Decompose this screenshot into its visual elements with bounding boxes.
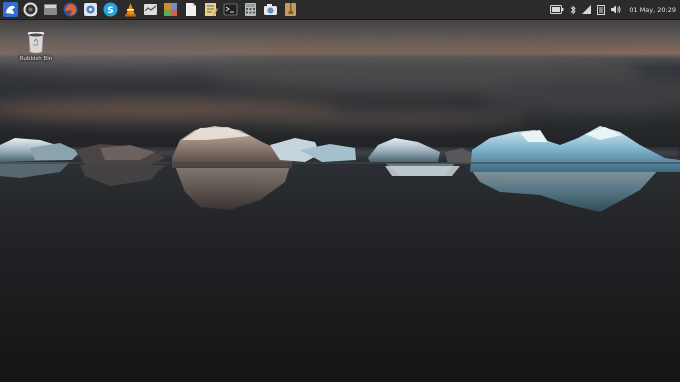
task-manager-icon[interactable] <box>143 2 158 17</box>
rubbish-bin-icon <box>28 32 44 54</box>
network-signal-icon[interactable] <box>582 5 592 14</box>
desktop-icon-label: Rubbish Bin <box>19 56 53 62</box>
screenshot-tool-icon[interactable] <box>23 2 38 17</box>
text-document-icon[interactable] <box>183 2 198 17</box>
clock[interactable]: 01 May, 20:29 <box>629 6 676 14</box>
terminal-icon[interactable] <box>223 2 238 17</box>
svg-text:S: S <box>107 6 113 16</box>
system-tray: 01 May, 20:29 <box>544 0 676 19</box>
launcher-bar: S <box>0 0 300 19</box>
screenshooter-icon[interactable] <box>263 2 278 17</box>
file-manager-icon[interactable] <box>43 2 58 17</box>
archive-manager-icon[interactable] <box>283 2 298 17</box>
skype-icon[interactable]: S <box>103 2 118 17</box>
desktop-icon-rubbish-bin[interactable]: Rubbish Bin <box>18 30 54 62</box>
volume-icon[interactable] <box>611 5 621 14</box>
firefox-icon[interactable] <box>63 2 78 17</box>
bluetooth-icon[interactable] <box>570 4 576 15</box>
notes-icon[interactable] <box>597 4 606 15</box>
image-viewer-icon[interactable] <box>163 2 178 17</box>
text-editor-icon[interactable] <box>203 2 218 17</box>
desktop[interactable]: S 01 May, 20:29 Rubbish Bin <box>0 0 680 382</box>
settings-manager-icon[interactable] <box>83 2 98 17</box>
vlc-icon[interactable] <box>123 2 138 17</box>
calculator-icon[interactable] <box>243 2 258 17</box>
battery-icon[interactable] <box>550 5 564 14</box>
whisker-menu-icon[interactable] <box>3 2 18 17</box>
wallpaper <box>0 0 680 382</box>
top-panel: S 01 May, 20:29 <box>0 0 680 20</box>
